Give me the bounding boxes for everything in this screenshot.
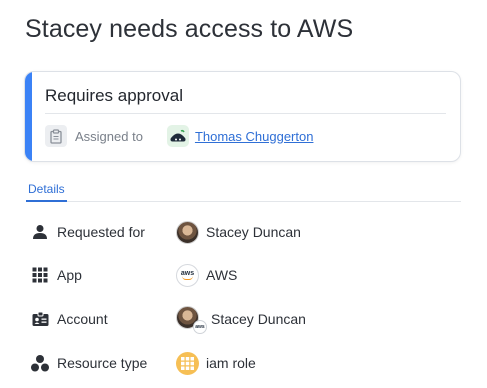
detail-label: Resource type — [57, 355, 148, 371]
user-avatar — [176, 220, 199, 244]
clipboard-icon — [45, 125, 67, 147]
assignee-link[interactable]: Thomas Chuggerton — [195, 129, 314, 144]
detail-label: Account — [57, 311, 108, 327]
detail-row-requested-for: Requested for Stacey Duncan — [30, 218, 470, 246]
approval-card-accent — [25, 72, 32, 161]
id-card-icon — [30, 309, 50, 329]
person-icon — [30, 222, 50, 242]
detail-value: Stacey Duncan — [176, 218, 301, 246]
tab-details[interactable]: Details — [26, 182, 67, 202]
detail-value-text: iam role — [206, 355, 256, 371]
detail-value: aws AWS — [176, 261, 237, 289]
detail-row-resource-type: Resource type iam role — [30, 349, 470, 377]
grid-icon — [30, 265, 50, 285]
approval-card-divider — [45, 113, 446, 114]
detail-row-account: Account aws Stacey Duncan — [30, 305, 470, 334]
assigned-to-row: Assigned to Thomas Chuggerton — [45, 124, 313, 148]
detail-value-text: Stacey Duncan — [206, 224, 301, 240]
detail-value: aws Stacey Duncan — [176, 305, 306, 334]
approval-card: Requires approval Assigned to Thomas Chu… — [24, 71, 461, 162]
detail-value: iam role — [176, 349, 256, 377]
page-title: Stacey needs access to AWS — [25, 15, 354, 43]
aws-logo-icon: aws — [176, 263, 199, 287]
tab-bar: Details — [26, 182, 461, 202]
grid-badge-icon — [176, 351, 199, 375]
detail-value-text: Stacey Duncan — [211, 311, 306, 327]
aws-mini-badge-icon: aws — [193, 320, 207, 334]
detail-label: Requested for — [57, 224, 145, 240]
detail-value-text: AWS — [206, 267, 238, 283]
user-avatar-with-aws-badge: aws — [176, 306, 207, 334]
assignee-avatar-icon — [166, 125, 189, 147]
approval-status: Requires approval — [45, 86, 183, 105]
assigned-to-label: Assigned to — [75, 128, 143, 144]
cluster-icon — [30, 353, 50, 373]
detail-label: App — [57, 267, 82, 283]
detail-row-app: App aws AWS — [30, 261, 470, 289]
